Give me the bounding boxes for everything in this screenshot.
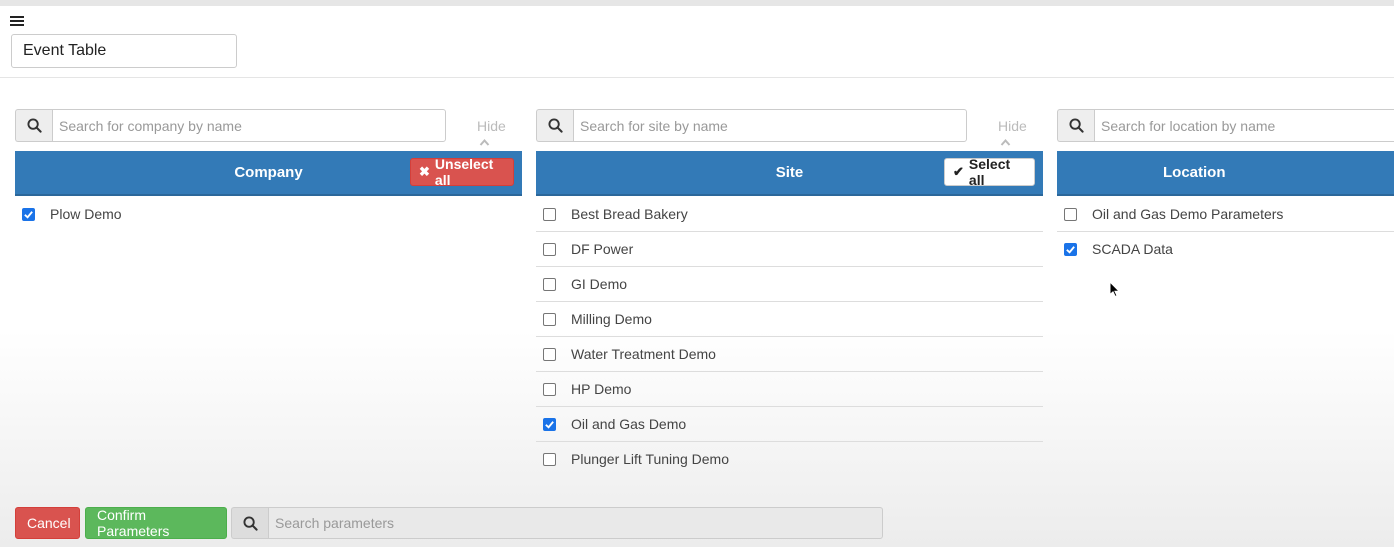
parameter-search (231, 507, 883, 539)
checkbox[interactable] (543, 312, 556, 326)
company-search-input[interactable] (52, 109, 446, 142)
checkbox[interactable] (543, 382, 556, 396)
times-icon: ✖ (419, 164, 430, 179)
list-item[interactable]: Best Bread Bakery (536, 197, 1043, 232)
search-icon (536, 109, 573, 142)
company-hide-label: Hide (477, 118, 506, 134)
list-item-label: DF Power (571, 241, 634, 257)
list-item[interactable]: DF Power (536, 232, 1043, 267)
list-item[interactable]: Oil and Gas Demo (536, 407, 1043, 442)
unselect-all-label: Unselect all (434, 156, 494, 188)
checkbox[interactable] (543, 207, 556, 221)
list-item-label: Oil and Gas Demo (571, 416, 687, 432)
list-item-label: Water Treatment Demo (571, 346, 716, 362)
confirm-parameters-button[interactable]: Confirm Parameters (85, 507, 227, 539)
cancel-label: Cancel (27, 515, 71, 531)
list-item-label: SCADA Data (1092, 241, 1173, 257)
list-item[interactable]: Oil and Gas Demo Parameters (1057, 197, 1394, 232)
company-search (15, 109, 446, 142)
list-item-label: GI Demo (571, 276, 628, 292)
list-item-label: Best Bread Bakery (571, 206, 688, 222)
site-list: Best Bread Bakery DF Power GI Demo Milli… (536, 197, 1043, 476)
site-header-label: Site (775, 164, 804, 181)
checkbox[interactable] (543, 242, 556, 256)
parameter-search-input[interactable] (268, 507, 883, 539)
location-search-input[interactable] (1094, 109, 1394, 142)
search-icon (231, 507, 268, 539)
list-item[interactable]: Plow Demo (15, 197, 522, 231)
site-search (536, 109, 967, 142)
checkbox[interactable] (1064, 207, 1077, 221)
list-item[interactable]: Water Treatment Demo (536, 337, 1043, 372)
company-header-label: Company (234, 164, 303, 181)
checkbox[interactable] (22, 207, 35, 221)
search-icon (15, 109, 52, 142)
report-title-input[interactable] (11, 34, 237, 68)
list-item[interactable]: GI Demo (536, 267, 1043, 302)
checkbox[interactable] (543, 347, 556, 361)
top-strip (0, 0, 1394, 6)
checkbox[interactable] (543, 417, 556, 431)
company-list: Plow Demo (15, 197, 522, 231)
company-hide-toggle[interactable]: Hide (477, 118, 522, 150)
site-search-input[interactable] (573, 109, 967, 142)
site-hide-label: Hide (998, 118, 1027, 134)
mouse-cursor-icon (1109, 281, 1121, 298)
check-icon: ✔ (953, 164, 964, 179)
location-header-label: Location (1163, 164, 1226, 181)
list-item-label: Milling Demo (571, 311, 652, 327)
list-item[interactable]: SCADA Data (1057, 232, 1394, 266)
footer-actions: Cancel Confirm Parameters (15, 507, 227, 539)
select-all-label: Select all (968, 156, 1011, 188)
chevron-up-icon (479, 138, 490, 146)
confirm-label: Confirm Parameters (97, 507, 170, 539)
chevron-up-icon (1000, 138, 1011, 146)
search-icon (1057, 109, 1094, 142)
menu-icon[interactable] (10, 16, 24, 30)
site-hide-toggle[interactable]: Hide (998, 118, 1043, 150)
checkbox[interactable] (1064, 242, 1077, 256)
list-item-label: Plunger Lift Tuning Demo (571, 451, 729, 467)
unselect-all-button[interactable]: ✖ Unselect all (410, 156, 514, 188)
select-all-button[interactable]: ✔ Select all (944, 156, 1035, 188)
list-item-label: Plow Demo (50, 206, 122, 222)
checkbox[interactable] (543, 277, 556, 291)
location-list: Oil and Gas Demo Parameters SCADA Data (1057, 197, 1394, 266)
list-item[interactable]: Plunger Lift Tuning Demo (536, 442, 1043, 476)
list-item-label: HP Demo (571, 381, 632, 397)
list-item-label: Oil and Gas Demo Parameters (1092, 206, 1284, 222)
location-header: Location (1057, 151, 1394, 196)
list-item[interactable]: Milling Demo (536, 302, 1043, 337)
cancel-button[interactable]: Cancel (15, 507, 80, 539)
checkbox[interactable] (543, 452, 556, 466)
location-search (1057, 109, 1394, 142)
divider (0, 77, 1394, 78)
list-item[interactable]: HP Demo (536, 372, 1043, 407)
